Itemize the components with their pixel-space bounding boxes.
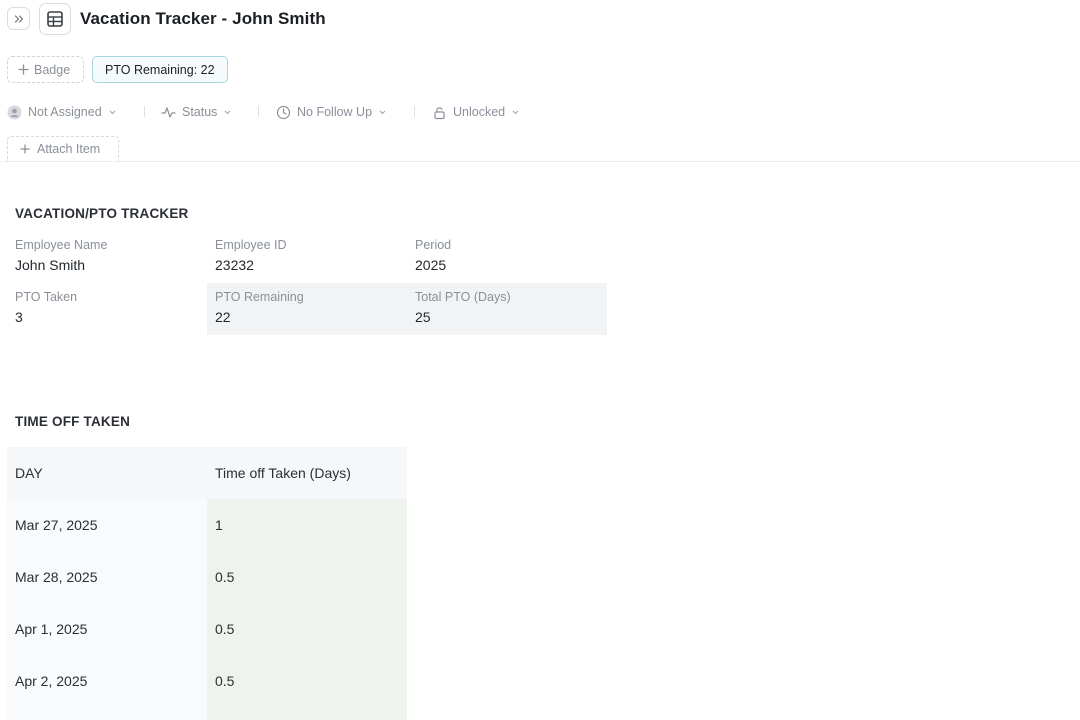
chevron-down-icon — [109, 110, 116, 114]
plus-icon — [18, 64, 29, 75]
table-icon — [47, 11, 63, 27]
pto-remaining-badge[interactable]: PTO Remaining: 22 — [92, 56, 228, 83]
field-employee-id: Employee ID 23232 — [207, 231, 407, 283]
divider — [144, 106, 145, 117]
header-divider — [0, 161, 1080, 162]
status-dropdown[interactable]: Status — [161, 102, 232, 122]
section-title-tracker: VACATION/PTO TRACKER — [15, 206, 189, 221]
add-badge-label: Badge — [34, 62, 71, 77]
table-icon-button[interactable] — [39, 3, 71, 35]
field-value[interactable]: 2025 — [415, 257, 599, 273]
field-pto-remaining: PTO Remaining 22 — [207, 283, 407, 335]
table-row-partial — [207, 707, 407, 720]
status-label: Status — [182, 105, 218, 119]
clock-icon — [276, 105, 291, 119]
field-pto-taken: PTO Taken 3 — [7, 283, 207, 335]
chevron-down-icon — [379, 110, 386, 114]
chevron-down-icon — [512, 110, 519, 114]
assignee-dropdown[interactable]: Not Assigned — [7, 102, 117, 122]
plus-icon — [20, 144, 30, 154]
field-value[interactable]: 23232 — [215, 257, 399, 273]
field-value[interactable]: 22 — [215, 309, 399, 325]
lock-dropdown[interactable]: Unlocked — [432, 102, 520, 122]
section-title-time-off: TIME OFF TAKEN — [15, 414, 131, 429]
column-header-time-off[interactable]: Time off Taken (Days) — [207, 447, 407, 499]
table-cell-day[interactable]: Mar 27, 2025 — [7, 499, 207, 551]
divider — [258, 106, 259, 117]
field-value[interactable]: John Smith — [15, 257, 199, 273]
field-value[interactable]: 3 — [15, 309, 199, 325]
field-label: PTO Remaining — [215, 290, 304, 304]
unlock-icon — [434, 106, 445, 119]
field-period: Period 2025 — [407, 231, 607, 283]
collapse-sidebar-button[interactable] — [7, 7, 30, 30]
field-label: Employee Name — [15, 238, 108, 252]
activity-icon — [161, 106, 176, 118]
assignee-label: Not Assigned — [28, 105, 102, 119]
attach-item-button[interactable]: Attach Item — [7, 136, 119, 161]
table-cell-day[interactable]: Apr 1, 2025 — [7, 603, 207, 655]
field-label: Period — [415, 238, 452, 252]
column-header-day[interactable]: DAY — [7, 447, 207, 499]
add-badge-button[interactable]: Badge — [7, 56, 84, 83]
table-cell-days[interactable]: 0.5 — [207, 551, 407, 603]
field-total-pto: Total PTO (Days) 25 — [407, 283, 607, 335]
table-row-partial — [7, 707, 207, 720]
user-avatar-icon — [7, 105, 22, 119]
field-employee-name: Employee Name John Smith — [7, 231, 207, 283]
lock-label: Unlocked — [453, 105, 506, 119]
chevrons-right-icon — [14, 14, 23, 23]
table-cell-day[interactable]: Mar 28, 2025 — [7, 551, 207, 603]
page-title: Vacation Tracker - John Smith — [80, 9, 326, 28]
follow-up-label: No Follow Up — [297, 105, 373, 119]
field-label: PTO Taken — [15, 290, 78, 304]
chevron-down-icon — [225, 110, 231, 114]
table-cell-days[interactable]: 0.5 — [207, 603, 407, 655]
table-cell-days[interactable]: 1 — [207, 499, 407, 551]
follow-up-dropdown[interactable]: No Follow Up — [276, 102, 387, 122]
attach-item-label: Attach Item — [37, 142, 101, 156]
field-value[interactable]: 25 — [415, 309, 599, 325]
divider — [414, 106, 415, 117]
field-label: Total PTO (Days) — [415, 290, 511, 304]
table-cell-day[interactable]: Apr 2, 2025 — [7, 655, 207, 707]
field-label: Employee ID — [215, 238, 287, 252]
table-cell-days[interactable]: 0.5 — [207, 655, 407, 707]
